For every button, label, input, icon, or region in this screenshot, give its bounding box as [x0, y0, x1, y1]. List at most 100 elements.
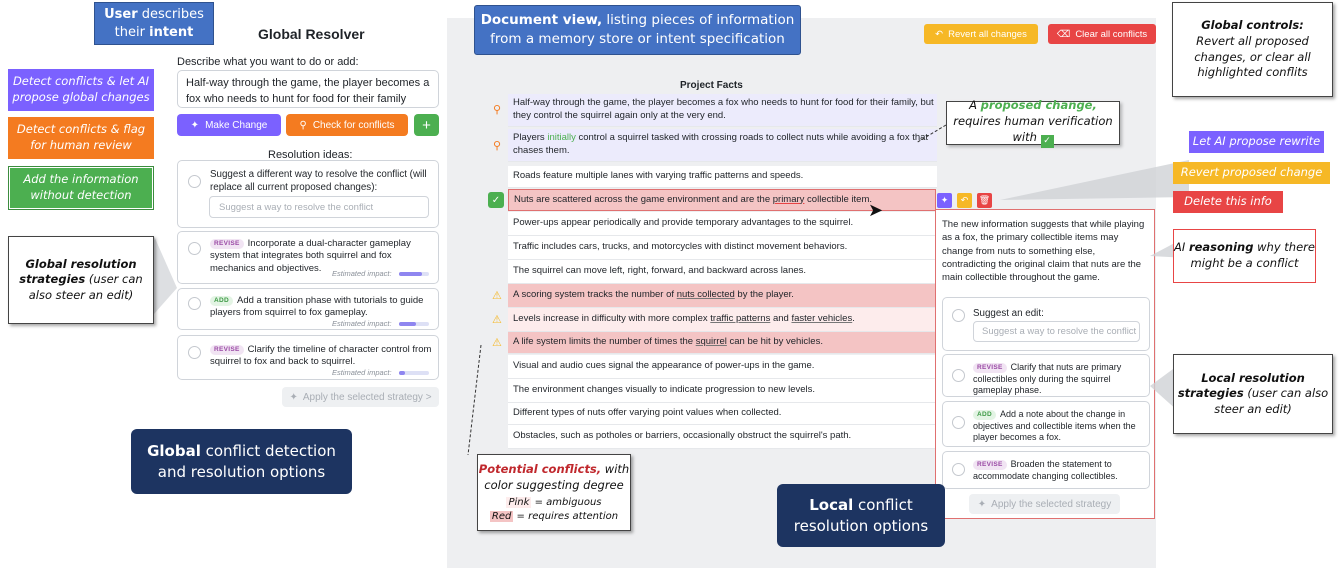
suggest-edit-label: Suggest an edit:: [973, 308, 1044, 319]
project-facts-title: Project Facts: [680, 80, 743, 91]
idea-text: ADD Add a note about the change in object…: [973, 409, 1145, 444]
magic-wand-icon: ✦: [977, 498, 987, 510]
idea-radio[interactable]: [952, 369, 965, 382]
clear-all-button[interactable]: ⌫ Clear all conflicts: [1048, 24, 1156, 44]
fact-text-post: .: [852, 313, 855, 325]
idea-description: Add a transition phase with tutorials to…: [210, 295, 424, 319]
global-idea-card[interactable]: REVISE Incorporate a dual-character gamep…: [177, 231, 439, 284]
fact-text: Players initially control a squirrel tas…: [513, 132, 937, 158]
ai-reasoning-text: The new information suggests that while …: [942, 219, 1145, 284]
fact-conflict-word: faster vehicles: [791, 313, 853, 325]
impact-bar: [399, 272, 429, 276]
fact-added-word: initially: [547, 132, 576, 144]
fact-row[interactable]: Obstacles, such as potholes or barriers,…: [508, 425, 937, 449]
idea-radio[interactable]: [188, 346, 201, 359]
impact-label: Estimated impact:: [332, 269, 392, 278]
global-resolver-title: Global Resolver: [258, 26, 365, 42]
apply-global-strategy-button[interactable]: ✦ Apply the selected strategy >: [282, 387, 439, 407]
clear-all-label: Clear all conflicts: [1075, 28, 1148, 40]
callout-ai-reasoning: AI reasoning why there might be a confli…: [1173, 229, 1316, 283]
fact-conflict-word: traffic patterns: [710, 313, 771, 325]
apply-local-strategy-button[interactable]: ✦ Apply the selected strategy: [969, 494, 1120, 514]
fact-row[interactable]: Different types of nuts offer varying po…: [508, 403, 937, 425]
revise-tag: REVISE: [210, 239, 244, 250]
callout-potential-conflicts: Potential conflicts, with color suggesti…: [477, 454, 631, 531]
callout-ai-rewrite: Let AI propose rewrite: [1189, 131, 1324, 153]
suggest-label: Suggest a different way to resolve the c…: [210, 169, 427, 193]
accept-change-check-icon[interactable]: ✓: [488, 192, 504, 208]
ai-rewrite-button[interactable]: ✦: [937, 193, 952, 208]
fact-text: Traffic includes cars, trucks, and motor…: [513, 241, 848, 253]
suggest-card[interactable]: Suggest a different way to resolve the c…: [177, 160, 439, 228]
callout-local-strategies: Local resolution strategies (user can al…: [1173, 354, 1333, 434]
fact-text-post: collectible item.: [804, 193, 873, 205]
add-tag: ADD: [210, 296, 233, 307]
callout-local-options: Local conflict resolution options: [777, 484, 945, 547]
fact-row[interactable]: The squirrel can move left, right, forwa…: [508, 260, 937, 284]
idea-radio[interactable]: [952, 463, 965, 476]
fact-row[interactable]: Traffic includes cars, trucks, and motor…: [508, 236, 937, 260]
callout-detect-flag: Detect conflicts & flag for human review: [8, 117, 154, 159]
local-idea-card[interactable]: REVISE Clarify that nuts are primary coll…: [942, 354, 1150, 397]
local-idea-card[interactable]: REVISE Broaden the statement to accommoda…: [942, 451, 1150, 489]
fact-text: Visual and audio cues signal the appeara…: [513, 360, 815, 372]
idea-radio[interactable]: [952, 416, 965, 429]
fact-text-pre: A scoring system tracks the number of: [513, 289, 677, 301]
add-info-button[interactable]: +: [414, 114, 439, 136]
fact-row[interactable]: Half-way through the game, the player be…: [508, 94, 937, 127]
global-idea-card[interactable]: REVISE Clarify the timeline of character …: [177, 335, 439, 380]
fact-text: A scoring system tracks the number of nu…: [513, 289, 794, 302]
fact-text: Levels increase in difficulty with more …: [513, 313, 855, 326]
callout-revert-proposed: Revert proposed change: [1173, 162, 1330, 184]
fact-row[interactable]: Players initially control a squirrel tas…: [508, 129, 937, 162]
delete-info-button[interactable]: 🗑: [977, 193, 992, 208]
fact-row[interactable]: Roads feature multiple lanes with varyin…: [508, 166, 937, 188]
fact-text-pre: Levels increase in difficulty with more …: [513, 313, 711, 325]
local-idea-card[interactable]: ADD Add a note about the change in object…: [942, 401, 1150, 447]
fact-text-post: control a squirrel tasked with crossing …: [513, 132, 929, 156]
fact-text: A life system limits the number of times…: [513, 336, 823, 349]
intent-input[interactable]: Half-way through the game, the player be…: [177, 70, 439, 108]
callout-global-controls: Global controls: Revert all proposed cha…: [1172, 2, 1333, 97]
callout-proposed-change: A proposed change, requires human verifi…: [946, 98, 1120, 148]
suggest-radio[interactable]: [188, 175, 201, 188]
local-suggest-card[interactable]: Suggest an edit: Suggest a way to resolv…: [942, 297, 1150, 351]
global-idea-card[interactable]: ADD Add a transition phase with tutorials…: [177, 288, 439, 330]
fact-row-conflict[interactable]: A life system limits the number of times…: [508, 332, 937, 354]
fact-text-post: by the player.: [734, 289, 794, 301]
impact-bar: [399, 371, 429, 375]
idea-text: REVISE Clarify the timeline of character …: [210, 344, 432, 369]
fact-row-ambiguous[interactable]: Levels increase in difficulty with more …: [508, 308, 937, 332]
make-change-button[interactable]: ✦ Make Change: [177, 114, 281, 136]
fact-conflict-word: nuts collected: [676, 289, 735, 301]
eraser-icon: ⌫: [1056, 28, 1071, 40]
revert-all-button[interactable]: ↶ Revert all changes: [924, 24, 1038, 44]
undo-icon: ↶: [935, 28, 944, 40]
apply-label: Apply the selected strategy >: [302, 391, 432, 403]
callout-document-view: Document view, listing pieces of informa…: [474, 5, 801, 55]
fact-row[interactable]: The environment changes visually to indi…: [508, 379, 937, 403]
fact-text: The squirrel can move left, right, forwa…: [513, 265, 807, 277]
fact-text: Different types of nuts offer varying po…: [513, 407, 782, 419]
idea-radio[interactable]: [188, 297, 201, 310]
suggest-input[interactable]: Suggest a way to resolve the conflict: [209, 196, 429, 218]
impact-bar: [399, 322, 429, 326]
fact-conflict-word: squirrel: [695, 336, 727, 348]
fact-text: The environment changes visually to indi…: [513, 384, 816, 396]
revise-tag: REVISE: [210, 345, 244, 356]
callout-wedge: [154, 236, 177, 314]
fact-row[interactable]: Visual and audio cues signal the appeara…: [508, 355, 937, 379]
fact-row-conflict[interactable]: A scoring system tracks the number of nu…: [508, 284, 937, 308]
suggest-radio[interactable]: [952, 309, 965, 322]
fact-text-pre: Nuts are scattered across the game envir…: [514, 193, 773, 205]
warning-icon: ⚠: [492, 337, 502, 349]
revise-tag: REVISE: [973, 460, 1007, 471]
impact-label: Estimated impact:: [332, 368, 392, 377]
idea-radio[interactable]: [188, 242, 201, 255]
fact-text-pre: Players: [513, 132, 548, 144]
callout-detect-propose: Detect conflicts & let AI propose global…: [8, 69, 154, 111]
fact-text: Power-ups appear periodically and provid…: [513, 217, 854, 229]
revert-change-button[interactable]: ↶: [957, 193, 972, 208]
check-conflicts-button[interactable]: ⚲ Check for conflicts: [286, 114, 408, 136]
local-suggest-input[interactable]: Suggest a way to resolve the conflict: [973, 321, 1140, 342]
